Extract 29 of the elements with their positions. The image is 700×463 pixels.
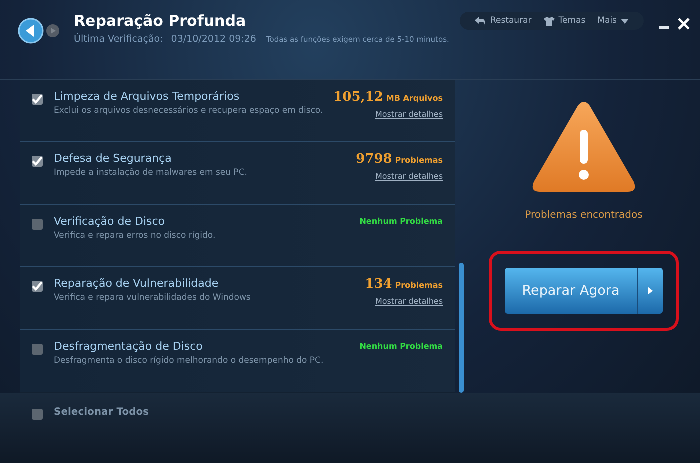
last-check-date: 03/10/2012 09:26 xyxy=(171,34,256,45)
details-link[interactable]: Mostrar detalhes xyxy=(375,172,443,182)
no-problem-status: Nenhum Problema xyxy=(360,216,443,226)
select-all-label: Selecionar Todos xyxy=(54,407,150,418)
result-count: 134 xyxy=(365,277,392,292)
last-check-label: Última Verificação: xyxy=(74,34,164,45)
status-message: Problemas encontrados xyxy=(525,210,643,221)
window-title: Reparação Profunda xyxy=(74,12,248,30)
item-title: Reparação de Vulnerabilidade xyxy=(54,277,220,290)
result-unit: Problemas xyxy=(395,156,443,166)
more-menu-button[interactable]: Mais xyxy=(592,14,634,28)
toolbar-button[interactable]: Restaurar xyxy=(470,14,537,28)
result-count: 9798 xyxy=(356,152,392,168)
item-description: Exclui os arquivos desnecessários e recupera espaço em disco. xyxy=(54,106,324,118)
item-title: Defesa de Segurança xyxy=(54,152,173,166)
details-link[interactable]: Mostrar detalhes xyxy=(375,297,443,306)
item-title: Verificação de Disco xyxy=(54,214,166,228)
result-count: 105,12 xyxy=(334,90,384,105)
item-description: Verifica e repara vulnerabilidades do Windows xyxy=(54,293,252,304)
item-description: Desfragmenta o disco rígido melhorando o desempenho do PC. xyxy=(54,356,324,367)
item-title: Limpeza de Arquivos Temporários xyxy=(54,90,241,103)
toolbar-button[interactable]: Temas xyxy=(538,14,591,28)
result-unit: MB Arquivos xyxy=(386,94,443,103)
item-description: Impede a instalação de malwares em seu PC. xyxy=(54,168,248,180)
details-link[interactable]: Mostrar detalhes xyxy=(375,110,443,119)
item-description: Verifica e repara erros no disco rígido. xyxy=(54,230,217,242)
no-problem-status: Nenhum Problema xyxy=(360,342,443,351)
result-unit: Problemas xyxy=(395,281,443,290)
item-title: Desfragmentação de Disco xyxy=(54,340,204,353)
